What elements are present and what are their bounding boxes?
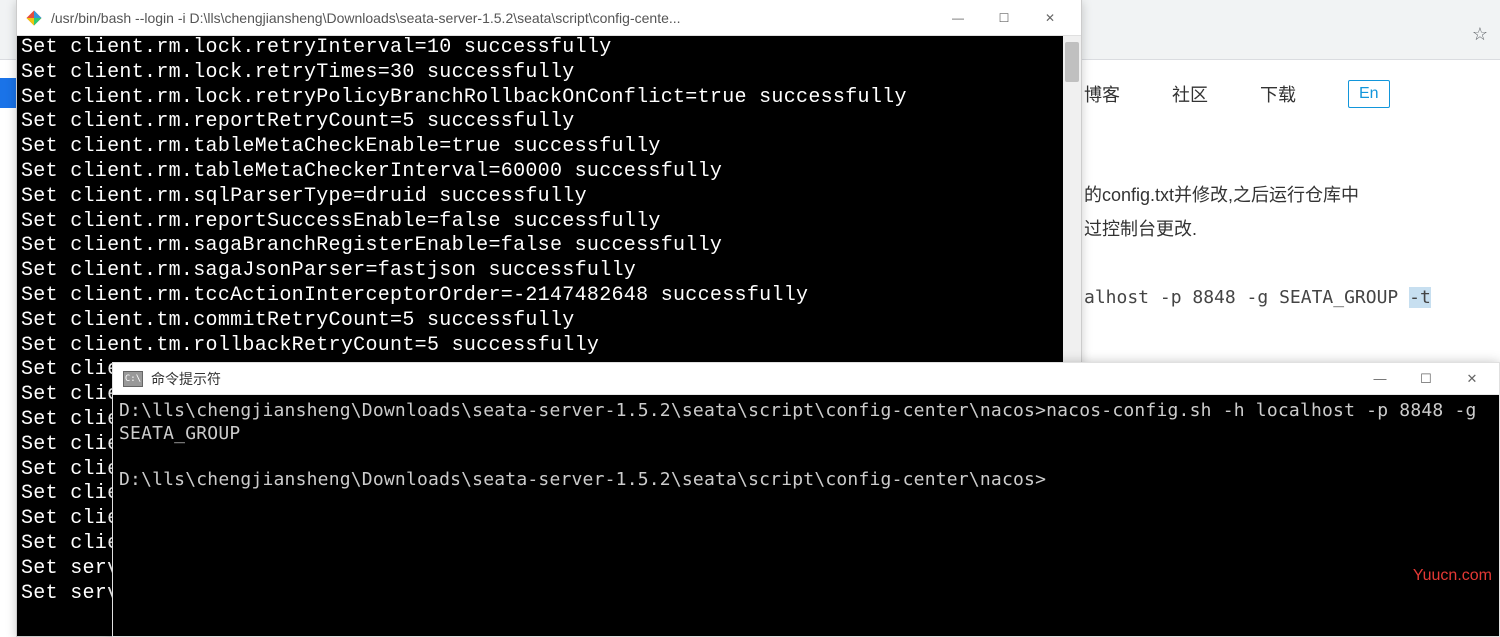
maximize-button[interactable]: ☐	[1403, 365, 1449, 393]
nav-download[interactable]: 下载	[1260, 81, 1296, 107]
minimize-button[interactable]: —	[1357, 365, 1403, 393]
doc-line-2: 过控制台更改.	[1084, 212, 1476, 246]
cmd-title-text: 命令提示符	[151, 369, 1357, 389]
bash-app-icon	[25, 9, 43, 27]
close-button[interactable]: ✕	[1449, 365, 1495, 393]
lang-toggle[interactable]: En	[1348, 80, 1390, 108]
cmd-terminal-window: C:\ 命令提示符 — ☐ ✕ D:\lls\chengjiansheng\Do…	[112, 362, 1500, 637]
bash-scrollbar-thumb[interactable]	[1065, 42, 1079, 82]
blue-indicator	[0, 78, 16, 108]
bash-titlebar[interactable]: /usr/bin/bash --login -i D:\lls\chengjia…	[17, 0, 1081, 36]
bookmark-star-icon[interactable]: ☆	[1472, 24, 1488, 45]
doc-code-highlight: -t	[1409, 287, 1431, 308]
cmd-app-icon: C:\	[123, 371, 143, 387]
bash-title-text: /usr/bin/bash --login -i D:\lls\chengjia…	[51, 10, 935, 26]
cmd-window-controls: — ☐ ✕	[1357, 365, 1495, 393]
nav-community[interactable]: 社区	[1172, 81, 1208, 107]
close-button[interactable]: ✕	[1027, 2, 1073, 34]
page-content: 博客 社区 下载 En 的config.txt并修改,之后运行仓库中 过控制台更…	[1060, 60, 1500, 335]
watermark: Yuucn.com	[1413, 567, 1492, 585]
bash-window-controls: — ☐ ✕	[935, 2, 1073, 34]
minimize-button[interactable]: —	[935, 2, 981, 34]
doc-line-1: 的config.txt并修改,之后运行仓库中	[1084, 178, 1476, 212]
doc-paragraph: 的config.txt并修改,之后运行仓库中 过控制台更改. alhost -p…	[1084, 178, 1476, 315]
maximize-button[interactable]: ☐	[981, 2, 1027, 34]
cmd-console-output[interactable]: D:\lls\chengjiansheng\Downloads\seata-se…	[113, 395, 1499, 495]
nav-blog[interactable]: 博客	[1084, 81, 1120, 107]
site-nav: 博客 社区 下载 En	[1084, 80, 1476, 108]
doc-code: alhost -p 8848 -g SEATA_GROUP -t	[1084, 281, 1476, 315]
cmd-titlebar[interactable]: C:\ 命令提示符 — ☐ ✕	[113, 363, 1499, 395]
doc-code-main: alhost -p 8848 -g SEATA_GROUP	[1084, 287, 1409, 308]
